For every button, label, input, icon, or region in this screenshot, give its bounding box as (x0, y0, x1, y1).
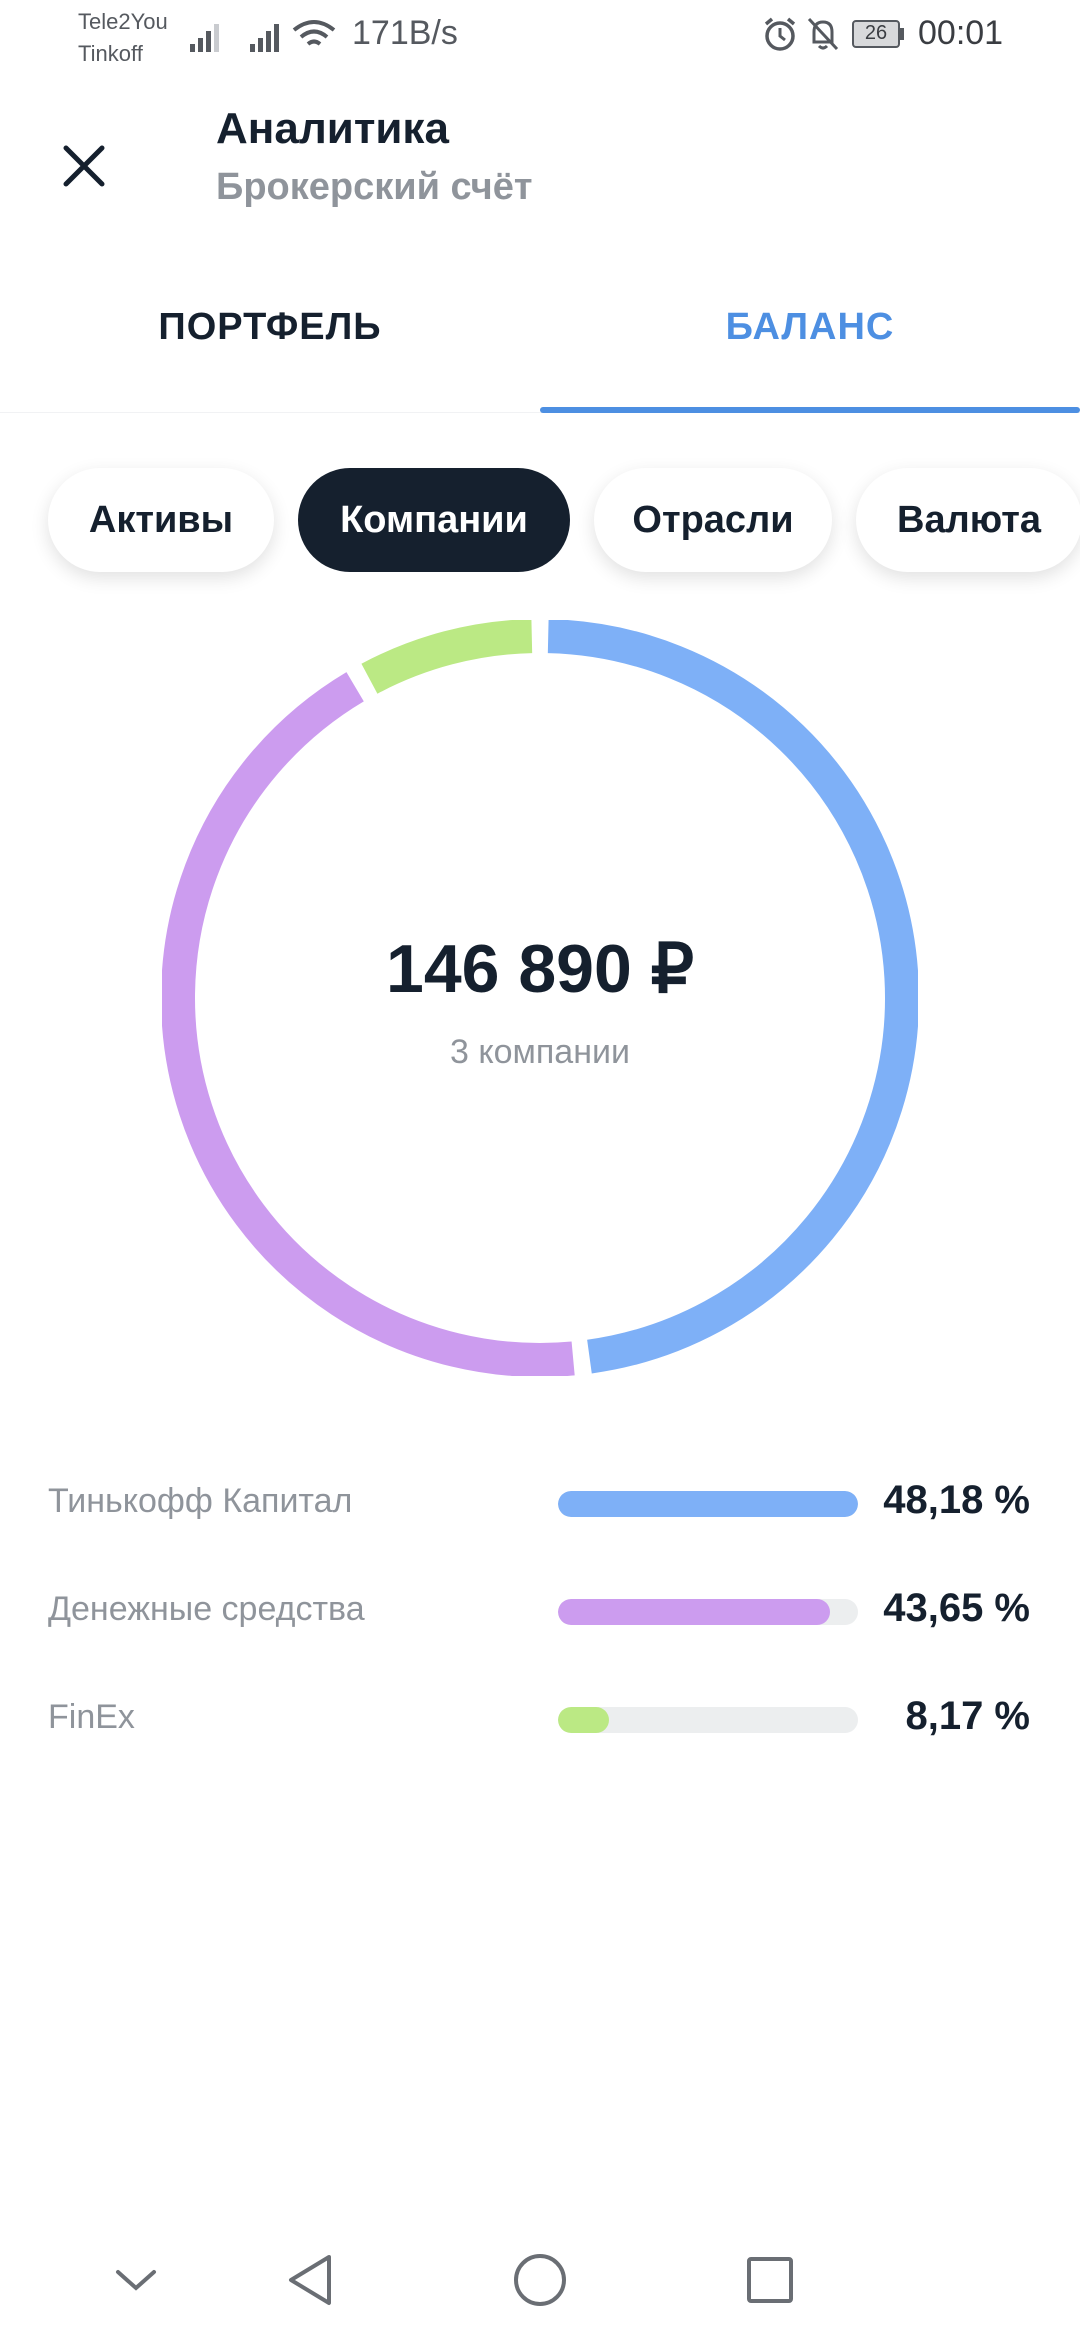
legend-bar-fill (558, 1599, 830, 1625)
page-title: Аналитика (216, 104, 449, 153)
alarm-icon (764, 17, 796, 51)
tab-portfolio[interactable]: ПОРТФЕЛЬ (0, 306, 540, 349)
donut-segment (162, 672, 575, 1376)
tab-balance[interactable]: БАЛАНС (540, 306, 1080, 349)
chip-companies[interactable]: Компании (298, 468, 570, 572)
legend-row[interactable]: Тинькофф Капитал 48,18 % (0, 1464, 1080, 1544)
legend-name: FinEx (48, 1698, 135, 1736)
companies-count: 3 компании (450, 1033, 630, 1071)
chip-currency[interactable]: Валюта (856, 468, 1080, 572)
network-speed: 171B/s (352, 14, 458, 52)
nav-collapse-button[interactable] (106, 2250, 166, 2310)
tab-active-indicator (540, 407, 1080, 413)
legend-bar-track (558, 1707, 858, 1733)
nav-recents-button[interactable] (740, 2250, 800, 2310)
legend-bar-fill (558, 1707, 609, 1733)
signal-icon-2 (250, 24, 279, 52)
mute-bell-icon (807, 17, 839, 51)
nav-back-icon (289, 2255, 331, 2305)
legend-name: Денежные средства (48, 1590, 365, 1628)
nav-collapse-icon (116, 2270, 156, 2291)
legend-percent: 43,65 % (883, 1586, 1030, 1630)
portfolio-total: 146 890 ₽ (386, 931, 694, 1007)
chip-industries[interactable]: Отрасли (594, 468, 832, 572)
clock: 00:01 (918, 14, 1004, 52)
nav-back-button[interactable] (280, 2250, 340, 2310)
legend-row[interactable]: Денежные средства 43,65 % (0, 1572, 1080, 1652)
carrier-1: Tele2You (78, 9, 168, 34)
legend-row[interactable]: FinEx 8,17 % (0, 1680, 1080, 1760)
carrier-2: Tinkoff (78, 41, 143, 66)
legend-bar-track (558, 1599, 858, 1625)
legend-name: Тинькофф Капитал (48, 1482, 353, 1520)
legend-bar-track (558, 1491, 858, 1517)
chip-assets[interactable]: Активы (48, 468, 274, 572)
legend-percent: 48,18 % (883, 1478, 1030, 1522)
close-icon (63, 145, 105, 187)
close-button[interactable] (38, 120, 130, 212)
wifi-icon (292, 20, 336, 46)
nav-home-button[interactable] (510, 2250, 570, 2310)
battery-icon: 26 (852, 20, 904, 50)
nav-recents-icon (747, 2257, 793, 2303)
signal-icon (190, 24, 219, 52)
page-subtitle: Брокерский счёт (216, 166, 533, 208)
donut-segment (361, 620, 533, 694)
nav-home-icon (514, 2254, 566, 2306)
battery-level: 26 (864, 22, 888, 44)
carrier-names: Tele2You Tinkoff (78, 6, 168, 70)
legend-bar-fill (558, 1491, 858, 1517)
legend-percent: 8,17 % (905, 1694, 1030, 1738)
